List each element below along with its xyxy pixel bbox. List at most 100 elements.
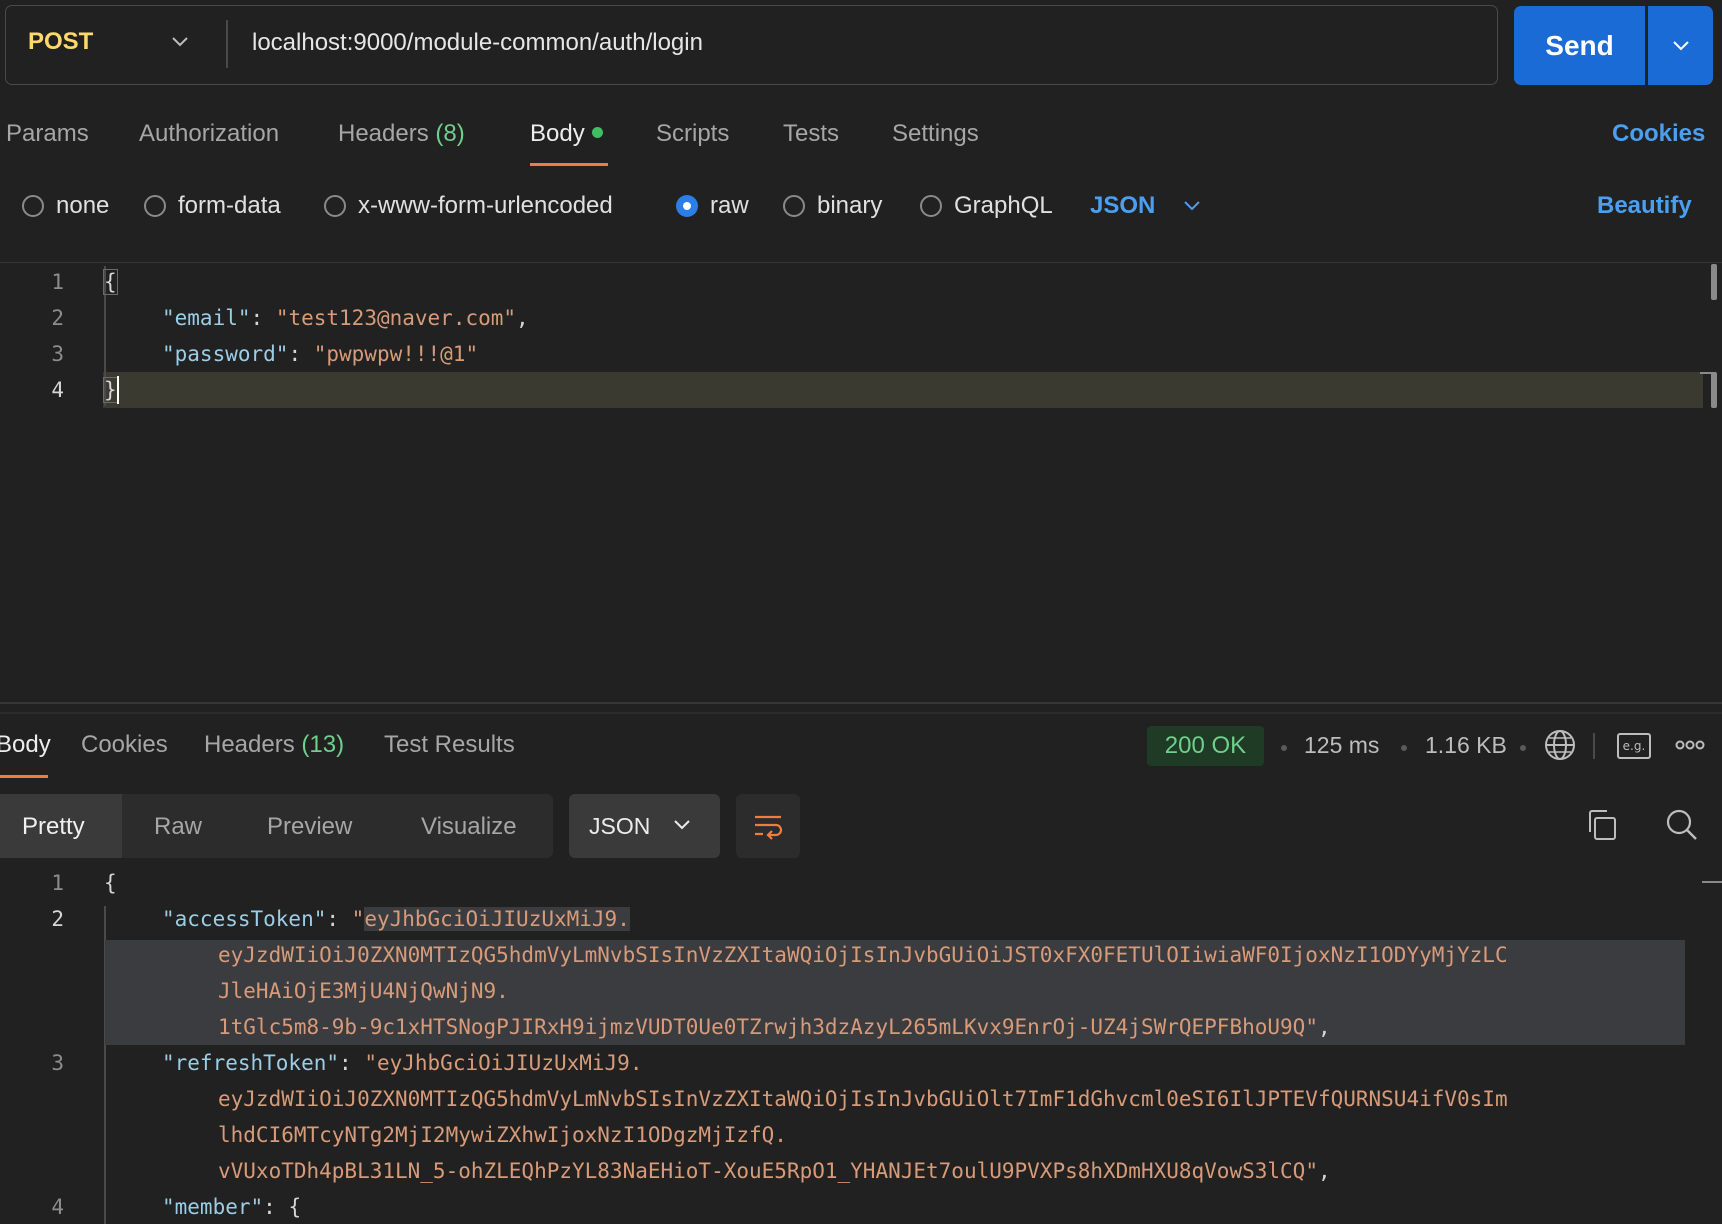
response-time[interactable]: 125 ms	[1304, 732, 1379, 759]
radio-circle	[783, 195, 805, 217]
json-string-cont: eyJzdWIiOiJ0ZXN0MTIzQG5hdmVyLmNvbSIsInVz…	[218, 1087, 1508, 1111]
code-brace: }	[103, 377, 118, 403]
radio-raw[interactable]: raw	[676, 192, 749, 220]
line-number: 2	[51, 306, 64, 330]
separator	[1593, 733, 1595, 759]
code-line: "password": "pwpwpw!!!@1"	[162, 342, 479, 366]
scrollbar-marker[interactable]	[1711, 372, 1717, 408]
active-tab-indicator	[530, 163, 608, 166]
response-tab-headers[interactable]: Headers (13)	[204, 731, 344, 759]
radio-label: raw	[710, 192, 749, 219]
line-number: 4	[51, 378, 64, 402]
text-cursor	[117, 376, 119, 404]
globe-icon[interactable]	[1543, 728, 1577, 762]
radio-circle-selected	[676, 195, 698, 217]
code-line: "refreshToken": "eyJhbGciOiJIUzUxMiJ9.	[162, 1051, 643, 1075]
pane-divider[interactable]	[0, 702, 1722, 704]
json-string: "pwpwpw!!!@1"	[313, 342, 479, 366]
tab-headers[interactable]: Headers (8)	[338, 120, 465, 148]
response-tab-headers-count: (13)	[301, 731, 345, 758]
code-brace: {	[103, 269, 118, 295]
json-string: eyJhbGciOiJIUzUxMiJ9.	[364, 907, 630, 931]
response-format-label: JSON	[589, 813, 651, 839]
pane-divider-line	[0, 712, 1722, 714]
svg-text:e.g.: e.g.	[1623, 739, 1646, 753]
current-line-highlight	[103, 372, 1703, 408]
wrap-lines-icon	[755, 815, 783, 840]
radio-circle	[920, 195, 942, 217]
view-visualize-button[interactable]: Visualize	[421, 813, 517, 841]
tab-settings[interactable]: Settings	[892, 120, 979, 148]
radio-form-data[interactable]: form-data	[144, 192, 281, 220]
json-string-quote: "	[351, 907, 365, 931]
json-key: "email"	[162, 306, 251, 330]
json-string-cont: lhdCI6MTcyNTg2MjI2MywiZXhwIjoxNzI1ODgzMj…	[218, 1123, 787, 1147]
send-options-button[interactable]	[1648, 6, 1713, 85]
radio-label: binary	[817, 192, 883, 219]
copy-icon[interactable]	[1586, 808, 1618, 842]
response-tab-test-results[interactable]: Test Results	[384, 731, 515, 759]
code-line: 1tGlc5m8-9b-9c1xHTSNogPJIRxH9ijmzVUDT0Ue…	[218, 1015, 1331, 1039]
send-button[interactable]: Send	[1514, 6, 1645, 85]
line-number: 1	[51, 270, 64, 294]
beautify-button[interactable]: Beautify	[1597, 192, 1692, 220]
method-select[interactable]: POST	[28, 28, 93, 56]
json-key: "refreshToken"	[162, 1051, 340, 1075]
response-tab-body[interactable]: Body	[0, 731, 51, 759]
response-size[interactable]: 1.16 KB	[1425, 732, 1507, 759]
json-key: "member"	[162, 1195, 264, 1219]
scrollbar-marker[interactable]	[1702, 881, 1722, 883]
tab-tests[interactable]: Tests	[783, 120, 839, 148]
json-string-quote: "	[1305, 1159, 1318, 1183]
json-string-cont: 1tGlc5m8-9b-9c1xHTSNogPJIRxH9ijmzVUDT0Ue…	[218, 1015, 1306, 1039]
radio-graphql[interactable]: GraphQL	[920, 192, 1053, 220]
status-badge[interactable]: 200 OK	[1147, 726, 1264, 766]
radio-label: GraphQL	[954, 192, 1053, 219]
url-bar	[5, 5, 1498, 85]
wrap-lines-button[interactable]	[736, 794, 800, 858]
line-number: 3	[51, 1051, 64, 1075]
view-pretty-button[interactable]: Pretty	[22, 813, 85, 841]
view-raw-button[interactable]: Raw	[154, 813, 202, 841]
json-key: "password"	[162, 342, 289, 366]
radio-urlencoded[interactable]: x-www-form-urlencoded	[324, 192, 613, 220]
cookies-link[interactable]: Cookies	[1612, 120, 1705, 148]
tab-authorization[interactable]: Authorization	[139, 120, 279, 148]
scrollbar-marker[interactable]	[1711, 264, 1717, 300]
code-line: "email": "test123@naver.com",	[162, 306, 529, 330]
radio-none[interactable]: none	[22, 192, 109, 220]
body-format-select[interactable]: JSON	[1090, 192, 1155, 220]
radio-binary[interactable]: binary	[783, 192, 882, 220]
view-preview-button[interactable]: Preview	[267, 813, 352, 841]
more-options-icon[interactable]	[1675, 738, 1705, 752]
url-input[interactable]: localhost:9000/module-common/auth/login	[252, 29, 703, 57]
separator-dot	[1281, 745, 1287, 751]
url-divider	[226, 20, 228, 68]
json-string-cont: JleHAiOjE3MjU4NjQwNjN9.	[218, 979, 509, 1003]
tab-headers-label: Headers	[338, 120, 429, 147]
json-string-cont: vVUxoTDh4pBL31LN_5-ohZLEQhPzYL83NaEHioT-…	[218, 1159, 1306, 1183]
radio-label: x-www-form-urlencoded	[358, 192, 613, 219]
code-line: vVUxoTDh4pBL31LN_5-ohZLEQhPzYL83NaEHioT-…	[218, 1159, 1331, 1183]
json-string: "test123@naver.com"	[275, 306, 517, 330]
code-brace: {	[104, 871, 117, 895]
tab-body[interactable]: Body	[530, 120, 603, 148]
chevron-down-icon[interactable]	[1182, 198, 1202, 214]
line-number: 4	[51, 1195, 64, 1219]
scrollbar-marker	[1700, 372, 1716, 374]
json-string-cont: eyJzdWIiOiJ0ZXN0MTIzQG5hdmVyLmNvbSIsInVz…	[218, 943, 1508, 967]
search-icon[interactable]	[1665, 808, 1699, 842]
tab-scripts[interactable]: Scripts	[656, 120, 729, 148]
response-tab-cookies[interactable]: Cookies	[81, 731, 168, 759]
radio-label: none	[56, 192, 110, 219]
line-number: 1	[51, 871, 64, 895]
separator-dot	[1401, 745, 1407, 751]
response-tab-headers-label: Headers	[204, 731, 295, 758]
tab-body-label: Body	[530, 120, 585, 147]
tab-params[interactable]: Params	[6, 120, 89, 148]
radio-label: form-data	[178, 192, 281, 219]
save-example-icon[interactable]: e.g.	[1616, 732, 1652, 760]
line-number: 2	[51, 907, 64, 931]
chevron-down-icon[interactable]	[170, 34, 190, 50]
line-number: 3	[51, 342, 64, 366]
